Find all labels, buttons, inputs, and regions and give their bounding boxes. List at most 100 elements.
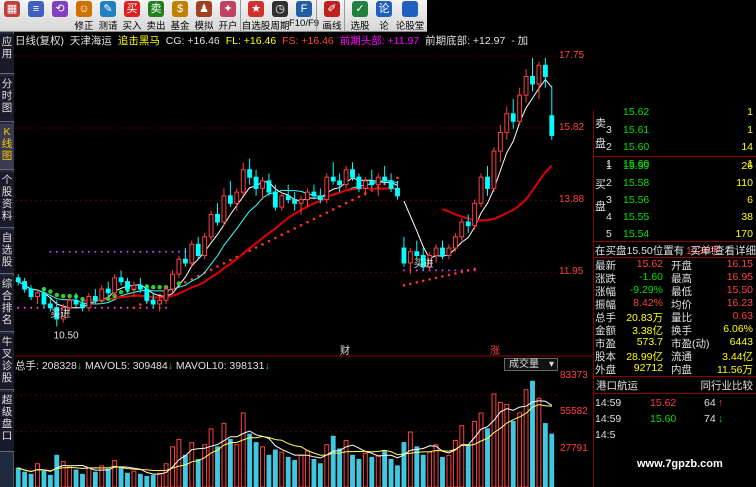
volume-bar (202, 444, 208, 487)
tick-price: 15.62 (650, 397, 677, 409)
candle-body (227, 195, 233, 204)
draw-icon: ✐ (324, 1, 340, 17)
resistance-dot (100, 250, 103, 253)
trend-dot (441, 275, 444, 278)
volume-bar (517, 412, 523, 487)
resistance-dot (171, 250, 174, 253)
trend-dot (299, 223, 303, 227)
toolbar-button-9[interactable]: ✦ 开户 (216, 0, 240, 32)
toolbar-button-17[interactable]: ✓ 选股 (348, 0, 372, 32)
toolbar-button-13[interactable]: F F10/F9 (289, 0, 319, 32)
orderbook-sell-row: 3 15.61 1 (594, 122, 756, 139)
candle-body (86, 296, 92, 309)
support-dot (36, 306, 39, 309)
left-tab-0[interactable]: 应用 (0, 34, 14, 74)
ma5-line-2 (403, 78, 553, 260)
toolbar-button-0[interactable]: ▦ (0, 0, 24, 32)
support-dot (165, 306, 168, 309)
chart-header: 日线(复权) 天津海运 追击黑马 CG: +16.46 FL: +16.46 F… (15, 33, 531, 47)
chart-period[interactable]: 日线(复权) (15, 35, 64, 47)
buy-queue-row[interactable]: 在买盘15.50位置有 1236手 买单!查看详细 (594, 243, 756, 257)
left-tab-7[interactable]: 超级盘口 (0, 392, 14, 452)
bid-price: 15.59 (623, 160, 650, 172)
volume-ma10: MAVOL10: 398131 (175, 360, 265, 372)
trend-dot (351, 198, 354, 202)
candle-body (125, 281, 130, 290)
left-tab-1[interactable]: 分时图 (0, 76, 14, 122)
volume-bar (208, 428, 214, 487)
candle-body (452, 236, 458, 249)
toolbar-button-7[interactable]: $ 基金 (168, 0, 192, 32)
toolbar-button-label: 自选股 (241, 21, 271, 32)
indicator-more[interactable]: - 加 (511, 35, 528, 47)
volume-bar (125, 472, 130, 487)
indicator-name[interactable]: 追击黑马 (118, 35, 160, 47)
quote-stats-row: 市盈 573.7 市盈(动) 6443 (594, 336, 756, 350)
volume-bar (420, 454, 426, 487)
volume-bar (234, 444, 240, 487)
stat-value: -1.60 (639, 271, 663, 283)
stat-value-2: 15.50 (726, 284, 753, 296)
left-tab-3[interactable]: 个股资料 (0, 172, 14, 228)
watchlist-icon: ★ (248, 1, 264, 17)
resistance-dot (107, 250, 110, 253)
stat-value: 8.42% (633, 297, 663, 309)
toolbar-button-8[interactable]: ♟ 模拟 (192, 0, 216, 32)
toolbar-button-6[interactable]: 卖卖出 (144, 0, 168, 32)
candle-body (395, 187, 400, 197)
kline-chart[interactable]: 10.50买进买进财涨 (15, 48, 592, 357)
forum-hall-button[interactable]: 论股堂 (396, 0, 424, 32)
tick-volume: 74 (704, 413, 716, 425)
candle-body (28, 288, 34, 298)
toolbar-button-2[interactable]: ⟲ (48, 0, 72, 32)
volume-bar (452, 439, 458, 487)
tick-price: 15.60 (650, 413, 677, 425)
candle-body (67, 299, 73, 309)
toolbar-button-11[interactable]: ★ 自选股 (241, 0, 271, 32)
left-tab-2[interactable]: K线图 (0, 124, 14, 170)
buy-signal-label-2: 买进 (414, 258, 434, 270)
signal-dot (61, 293, 66, 299)
trend-dot (421, 279, 425, 283)
orderbook-buy-row: 3 15.56 6 (594, 192, 756, 209)
volume-bar (401, 442, 407, 487)
volume-indicator-select[interactable]: 成交量 ▾ (504, 358, 558, 371)
toolbar-button-5[interactable]: 买买入 (120, 0, 144, 32)
toolbar-button-1[interactable]: ≡ (24, 0, 48, 32)
bid-level: 5 (606, 228, 612, 240)
toolbar-button-15[interactable]: ✐ 画线 (320, 0, 344, 32)
volume-bar (157, 472, 163, 487)
support-dot (94, 306, 97, 309)
volume-chart[interactable] (15, 372, 560, 487)
left-tab-5[interactable]: 综合排名 (0, 276, 14, 332)
trend-dot (338, 204, 341, 208)
candle-body (542, 64, 548, 78)
trend-dot (409, 282, 412, 286)
candle-body (150, 299, 156, 305)
toolbar-button-3[interactable]: ☺ 修正 (72, 0, 96, 32)
volume-bar (144, 475, 150, 487)
simulate-icon: ♟ (196, 1, 212, 17)
volume-bar (35, 463, 40, 487)
toolbar-button-4[interactable]: ✎ 测请 (96, 0, 120, 32)
candle-body (195, 243, 201, 257)
volume-bar (510, 420, 516, 487)
resistance-dot (152, 250, 155, 253)
tab-port-shipping[interactable]: 港口航运 (596, 378, 638, 393)
stat-value-2: 6.06% (723, 323, 753, 335)
support-dot (17, 306, 20, 309)
toolbar-button-18[interactable]: 论论 (372, 0, 396, 32)
candle-body (311, 191, 317, 197)
left-tab-6[interactable]: 牛叉诊股 (0, 334, 14, 390)
volume-bar (137, 473, 143, 487)
tick-volume: 64 (704, 397, 716, 409)
trend-dot (209, 268, 213, 271)
resistance-dot (139, 250, 142, 253)
tab-industry-compare[interactable]: 同行业比较 (701, 378, 754, 393)
rise-marker: 涨 (490, 345, 500, 357)
resistance-dot (62, 250, 65, 253)
ma10-line (17, 179, 398, 305)
left-tab-4[interactable]: 自选股 (0, 230, 14, 274)
resistance-dot (126, 250, 129, 253)
candle-body (41, 292, 47, 305)
